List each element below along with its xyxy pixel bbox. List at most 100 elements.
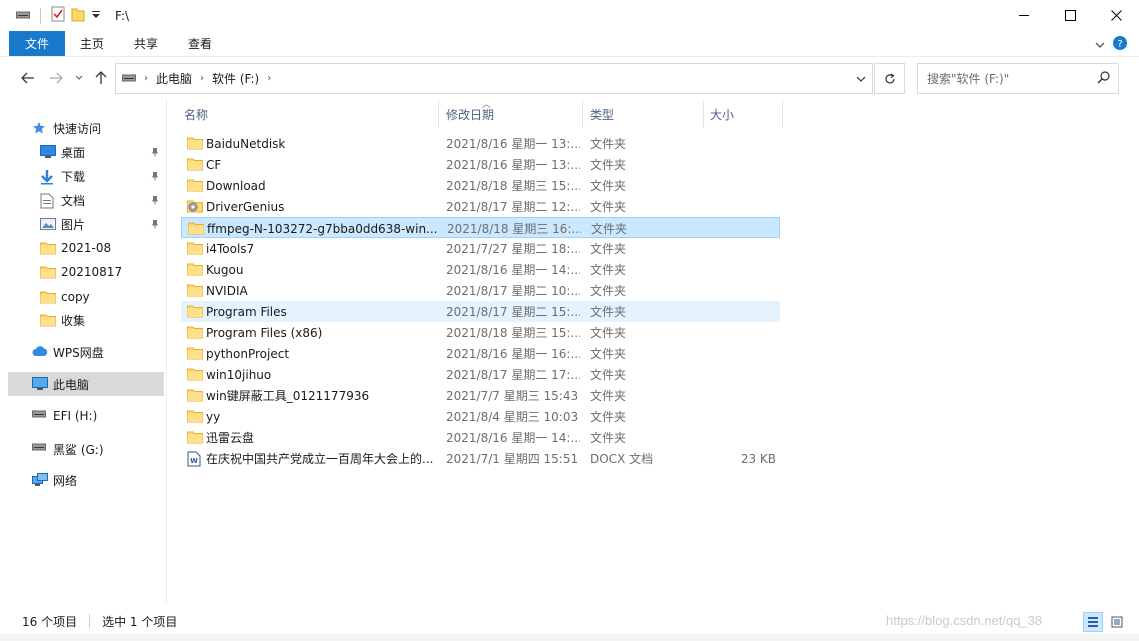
details-view-button[interactable] — [1083, 612, 1103, 632]
file-name: Download — [206, 178, 266, 193]
minimize-icon — [1018, 15, 1029, 16]
address-bar[interactable]: › 此电脑 › 软件 (F:) › — [115, 63, 873, 94]
file-row[interactable]: NVIDIA 2021/8/17 星期二 10:... 文件夹 — [181, 280, 780, 301]
file-name: Kugou — [206, 262, 244, 277]
nav-item-2[interactable]: 下载 — [8, 164, 164, 188]
breadcrumb-drive-f[interactable]: 软件 (F:) — [204, 70, 267, 87]
file-row[interactable]: pythonProject 2021/8/16 星期一 16:... 文件夹 — [181, 343, 780, 364]
nav-item-4[interactable]: 图片 — [8, 212, 164, 236]
file-row[interactable]: BaiduNetdisk 2021/8/16 星期一 13:... 文件夹 — [181, 133, 780, 154]
nav-item-11[interactable]: EFI (H:) — [8, 404, 164, 428]
file-row[interactable]: DriverGenius 2021/8/17 星期二 12:... 文件夹 — [181, 196, 780, 217]
file-type: 文件夹 — [590, 179, 627, 193]
document-icon — [40, 193, 54, 209]
nav-item-3[interactable]: 文档 — [8, 188, 164, 212]
file-row[interactable]: CF 2021/8/16 星期一 13:... 文件夹 — [181, 154, 780, 175]
tab-share[interactable]: 共享 — [119, 31, 173, 56]
new-folder-icon[interactable] — [71, 6, 85, 25]
toolbar-separator — [40, 7, 41, 24]
file-row[interactable]: 迅雷云盘 2021/8/16 星期一 14:... 文件夹 — [181, 427, 780, 448]
file-row[interactable]: Download 2021/8/18 星期三 15:... 文件夹 — [181, 175, 780, 196]
selection-count: 选中 1 个项目 — [102, 614, 178, 629]
nav-item-0[interactable]: 快速访问 — [8, 116, 164, 140]
column-name-label: 名称 — [184, 107, 209, 122]
svg-text:?: ? — [1117, 39, 1122, 50]
file-type: DOCX 文档 — [590, 452, 654, 466]
nav-item-label: 下载 — [61, 169, 86, 184]
nav-item-label: 2021-08 — [61, 241, 112, 255]
toolbar-dropdown-icon[interactable] — [91, 9, 101, 23]
file-name: DriverGenius — [206, 199, 285, 214]
expand-ribbon-icon[interactable] — [1095, 38, 1105, 52]
back-button[interactable] — [18, 69, 38, 87]
nav-item-6[interactable]: 20210817 — [8, 260, 164, 284]
tab-home[interactable]: 主页 — [65, 31, 119, 56]
column-type-label: 类型 — [590, 107, 615, 122]
help-icon[interactable]: ? — [1113, 36, 1127, 53]
nav-item-9[interactable]: WPS网盘 — [8, 340, 164, 364]
star-icon — [32, 121, 46, 135]
file-date-modified: 2021/8/16 星期一 13:... — [446, 137, 580, 151]
address-dropdown-icon[interactable] — [856, 72, 866, 86]
file-size — [701, 133, 776, 154]
column-date-modified[interactable]: 修改日期 — [439, 100, 583, 128]
nav-item-label: 20210817 — [61, 265, 123, 279]
pin-icon[interactable] — [150, 170, 160, 184]
file-row[interactable]: Program Files 2021/8/17 星期二 15:... 文件夹 — [181, 301, 780, 322]
file-name: NVIDIA — [206, 283, 248, 298]
nav-item-12[interactable]: 黑鲨 (G:) — [8, 437, 164, 461]
folder-icon — [187, 178, 203, 195]
column-header: ︿ 名称 修改日期 类型 大小 — [178, 100, 788, 128]
pin-icon[interactable] — [150, 218, 160, 232]
file-name: i4Tools7 — [206, 241, 255, 256]
file-size — [701, 343, 776, 364]
file-row[interactable]: i4Tools7 2021/7/27 星期二 18:... 文件夹 — [181, 238, 780, 259]
navigation-pane: 快速访问 桌面下载文档 图片 2021-08 20210817 copy 收集 WPS网盘此电… — [8, 98, 167, 604]
file-row[interactable]: win键屏蔽工具_0121177936 2021/7/7 星期三 15:43 文件夹 — [181, 385, 780, 406]
close-button[interactable] — [1093, 0, 1139, 31]
nav-item-1[interactable]: 桌面 — [8, 140, 164, 164]
file-size — [701, 280, 776, 301]
column-name[interactable]: 名称 — [178, 100, 439, 128]
file-row[interactable]: Program Files (x86) 2021/8/18 星期三 15:... 文… — [181, 322, 780, 343]
tab-file[interactable]: 文件 — [9, 31, 66, 56]
nav-item-7[interactable]: copy — [8, 285, 164, 309]
large-icons-view-button[interactable] — [1107, 612, 1127, 632]
file-row[interactable]: win10jihuo 2021/8/17 星期二 17:... 文件夹 — [181, 364, 780, 385]
properties-icon[interactable] — [51, 6, 65, 25]
refresh-button[interactable] — [874, 63, 905, 94]
close-icon — [1110, 10, 1122, 21]
file-date-modified: 2021/8/17 星期二 17:... — [446, 368, 580, 382]
file-name: 在庆祝中国共产党成立一百周年大会上的... — [206, 452, 434, 466]
nav-item-10[interactable]: 此电脑 — [8, 372, 164, 396]
minimize-button[interactable] — [1001, 0, 1047, 31]
column-size[interactable]: 大小 — [704, 100, 783, 128]
word-doc-icon: W — [187, 451, 201, 470]
nav-item-13[interactable]: 网络 — [8, 468, 164, 492]
search-icon[interactable] — [1097, 71, 1110, 87]
file-row[interactable]: Kugou 2021/8/16 星期一 14:... 文件夹 — [181, 259, 780, 280]
maximize-button[interactable] — [1047, 0, 1093, 31]
file-row[interactable]: yy 2021/8/4 星期三 10:03 文件夹 — [181, 406, 780, 427]
pin-icon[interactable] — [150, 194, 160, 208]
file-name: 迅雷云盘 — [206, 431, 255, 445]
tab-view[interactable]: 查看 — [173, 31, 227, 56]
file-size — [701, 364, 776, 385]
column-type[interactable]: 类型 — [583, 100, 704, 128]
nav-item-label: EFI (H:) — [53, 409, 98, 423]
file-type: 文件夹 — [591, 222, 628, 236]
file-row[interactable]: W 在庆祝中国共产党成立一百周年大会上的... 2021/7/1 星期四 15:51… — [181, 448, 780, 469]
nav-item-5[interactable]: 2021-08 — [8, 236, 164, 260]
file-name: win键屏蔽工具_0121177936 — [206, 389, 370, 403]
search-input[interactable]: 搜索"软件 (F:)" — [927, 70, 1009, 87]
forward-button[interactable] — [46, 69, 66, 87]
up-button[interactable] — [92, 69, 110, 87]
pin-icon[interactable] — [150, 146, 160, 160]
breadcrumb-this-pc[interactable]: 此电脑 — [148, 70, 200, 87]
search-box[interactable]: 搜索"软件 (F:)" — [917, 63, 1119, 94]
nav-item-8[interactable]: 收集 — [8, 308, 164, 332]
item-count: 16 个项目 — [22, 614, 78, 629]
file-row[interactable]: ffmpeg-N-103272-g7bba0dd638-win... 2021/8… — [181, 217, 780, 238]
recent-locations-button[interactable] — [72, 69, 86, 87]
breadcrumb-chevron-icon[interactable]: › — [267, 73, 271, 84]
